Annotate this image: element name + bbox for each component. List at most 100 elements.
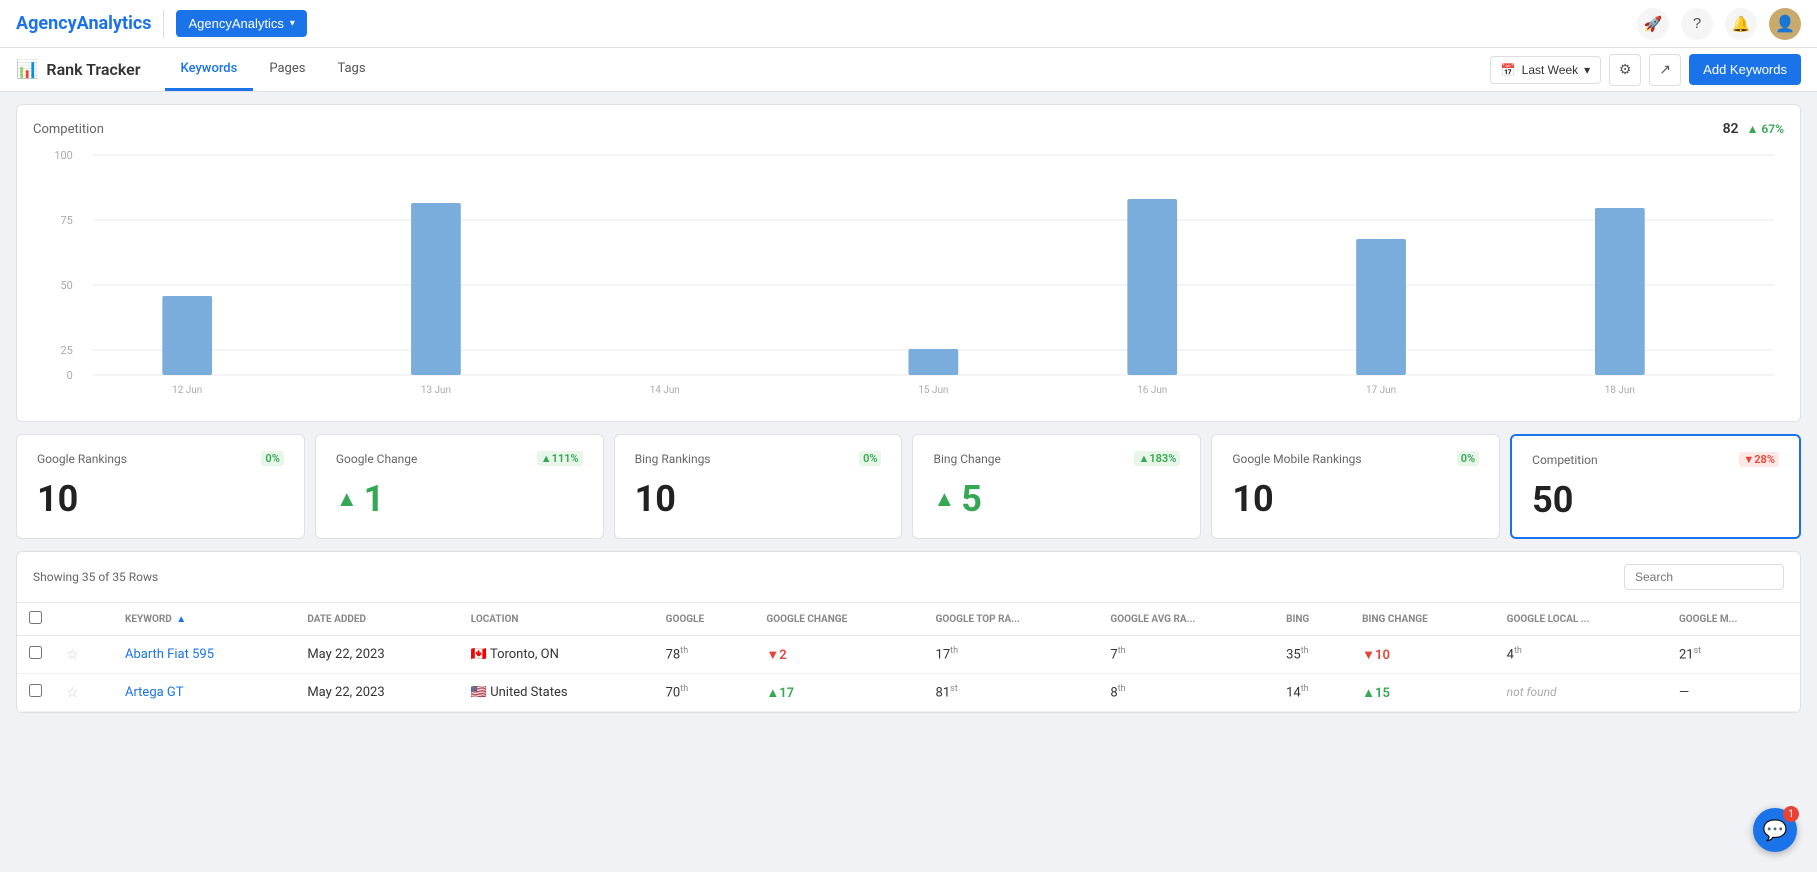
row-location-cell: 🇨🇦 Toronto, ON [459, 636, 654, 674]
chart-big-value: 82 [1723, 121, 1739, 137]
share-btn[interactable]: ↗ [1649, 54, 1681, 86]
top-nav: AgencyAnalytics AgencyAnalytics 🚀 ? 🔔 👤 [0, 0, 1817, 48]
flag-icon: 🇨🇦 [471, 647, 487, 662]
date-range-btn[interactable]: 📅 Last Week ▾ [1490, 56, 1601, 84]
row-google-avg-ra-cell: 7th [1098, 636, 1274, 674]
stat-label: Google Change [336, 452, 418, 466]
row-date-cell: May 22, 2023 [295, 636, 458, 674]
stat-card-bing-change: Bing Change ▲183% ▲ 5 [912, 434, 1201, 539]
row-checkbox[interactable] [29, 684, 42, 697]
chat-badge: 1 [1783, 806, 1799, 822]
main-content: Competition 82 ▲ 67% 100 75 50 25 0 [0, 92, 1817, 725]
row-google-change-cell: ▲17 [754, 674, 923, 712]
col-google-change-header: GOOGLE CHANGE [754, 603, 923, 636]
stat-value: 10 [37, 478, 284, 520]
stat-value: 10 [1232, 478, 1479, 520]
sub-nav-left: 📊 Rank Tracker Keywords Pages Tags [16, 49, 382, 91]
row-checkbox-cell [17, 636, 54, 674]
stat-pct: 0% [261, 451, 283, 466]
col-star-header [54, 603, 113, 636]
chart-svg: 100 75 50 25 0 12 Jun 13 Jun 14 Jun 15 J… [33, 145, 1784, 405]
sub-nav: 📊 Rank Tracker Keywords Pages Tags 📅 Las… [0, 48, 1817, 92]
stat-card-bing-rankings: Bing Rankings 0% 10 [614, 434, 903, 539]
logo-analytics: Analytics [77, 13, 152, 34]
svg-text:17 Jun: 17 Jun [1366, 385, 1396, 396]
stat-value: 1 [364, 478, 385, 520]
col-bing-header: BING [1274, 603, 1350, 636]
search-input[interactable] [1624, 564, 1784, 590]
stat-value: 5 [961, 478, 982, 520]
svg-text:15 Jun: 15 Jun [918, 385, 948, 396]
top-nav-left: AgencyAnalytics AgencyAnalytics [16, 10, 307, 38]
stat-value: 10 [635, 478, 882, 520]
chart-area: 100 75 50 25 0 12 Jun 13 Jun 14 Jun 15 J… [33, 145, 1784, 405]
row-bing-cell: 35th [1274, 636, 1350, 674]
stat-label: Bing Rankings [635, 452, 711, 466]
col-location-header: LOCATION [459, 603, 654, 636]
svg-text:25: 25 [60, 344, 72, 357]
tab-pages[interactable]: Pages [253, 49, 321, 91]
col-date-header: DATE ADDED [295, 603, 458, 636]
keyword-link[interactable]: Abarth Fiat 595 [125, 647, 214, 662]
row-star-cell: ☆ [54, 674, 113, 712]
flag-icon: 🇺🇸 [471, 685, 487, 700]
arrow-up-icon: ▲ [336, 486, 358, 512]
row-google-local-cell: not found [1495, 674, 1667, 712]
star-icon[interactable]: ☆ [66, 647, 79, 663]
columns-btn[interactable]: ⚙ [1609, 54, 1641, 86]
stat-label: Bing Change [933, 452, 1000, 466]
stat-pct: 0% [1457, 451, 1479, 466]
row-google-local-cell: 4th [1495, 636, 1667, 674]
top-nav-right: 🚀 ? 🔔 👤 [1637, 8, 1801, 40]
keyword-link[interactable]: Artega GT [125, 685, 184, 700]
stat-value-with-icon: ▲ 1 [336, 478, 583, 520]
chart-pct: ▲ 67% [1747, 122, 1784, 136]
page-title: 📊 Rank Tracker [16, 59, 141, 80]
star-icon[interactable]: ☆ [66, 685, 79, 701]
chat-widget[interactable]: 💬 1 [1753, 808, 1797, 852]
rank-icon: 📊 [16, 59, 38, 80]
add-keywords-btn[interactable]: Add Keywords [1689, 54, 1801, 85]
col-bing-change-header: BING CHANGE [1350, 603, 1495, 636]
table-row: ☆ Abarth Fiat 595 May 22, 2023 🇨🇦 Toront… [17, 636, 1800, 674]
svg-text:75: 75 [60, 214, 72, 227]
keywords-table-card: Showing 35 of 35 Rows KEYWORD ▲ DATE ADD… [16, 551, 1801, 713]
table-header: Showing 35 of 35 Rows [17, 552, 1800, 603]
logo: AgencyAnalytics [16, 13, 151, 34]
sub-nav-tabs: Keywords Pages Tags [165, 49, 382, 91]
row-google-top-ra-cell: 81st [924, 674, 1099, 712]
stat-pct: ▲111% [537, 451, 583, 466]
help-btn[interactable]: ? [1681, 8, 1713, 40]
row-location-cell: 🇺🇸 United States [459, 674, 654, 712]
col-google-top-ra-header: GOOGLE TOP RA... [924, 603, 1099, 636]
stat-cards-row: Google Rankings 0% 10 Google Change ▲111… [16, 434, 1801, 539]
row-checkbox[interactable] [29, 646, 42, 659]
stat-card-google-rankings: Google Rankings 0% 10 [16, 434, 305, 539]
avatar-btn[interactable]: 👤 [1769, 8, 1801, 40]
stat-pct: ▲183% [1134, 451, 1180, 466]
tab-keywords[interactable]: Keywords [165, 49, 254, 91]
select-all-checkbox[interactable] [29, 611, 42, 624]
row-google-m-cell: — [1667, 674, 1800, 712]
agency-dropdown-btn[interactable]: AgencyAnalytics [176, 10, 306, 37]
svg-text:100: 100 [54, 149, 72, 162]
stat-value: 50 [1532, 479, 1779, 521]
rocket-btn[interactable]: 🚀 [1637, 8, 1669, 40]
col-google-m-header: GOOGLE M... [1667, 603, 1800, 636]
tab-tags[interactable]: Tags [321, 49, 381, 91]
row-google-top-ra-cell: 17th [924, 636, 1099, 674]
row-star-cell: ☆ [54, 636, 113, 674]
svg-text:16 Jun: 16 Jun [1137, 385, 1167, 396]
row-google-avg-ra-cell: 8th [1098, 674, 1274, 712]
bell-btn[interactable]: 🔔 [1725, 8, 1757, 40]
row-keyword-cell: Abarth Fiat 595 [113, 636, 295, 674]
stat-card-competition[interactable]: Competition ▼28% 50 [1510, 434, 1801, 539]
row-google-m-cell: 21st [1667, 636, 1800, 674]
col-google-avg-ra-header: GOOGLE AVG RA... [1098, 603, 1274, 636]
row-date-cell: May 22, 2023 [295, 674, 458, 712]
chart-value-area: 82 ▲ 67% [1723, 121, 1784, 137]
row-google-cell: 70th [654, 674, 755, 712]
stat-label: Competition [1532, 453, 1597, 467]
row-google-cell: 78th [654, 636, 755, 674]
table-header-row: KEYWORD ▲ DATE ADDED LOCATION GOOGLE GOO… [17, 603, 1800, 636]
